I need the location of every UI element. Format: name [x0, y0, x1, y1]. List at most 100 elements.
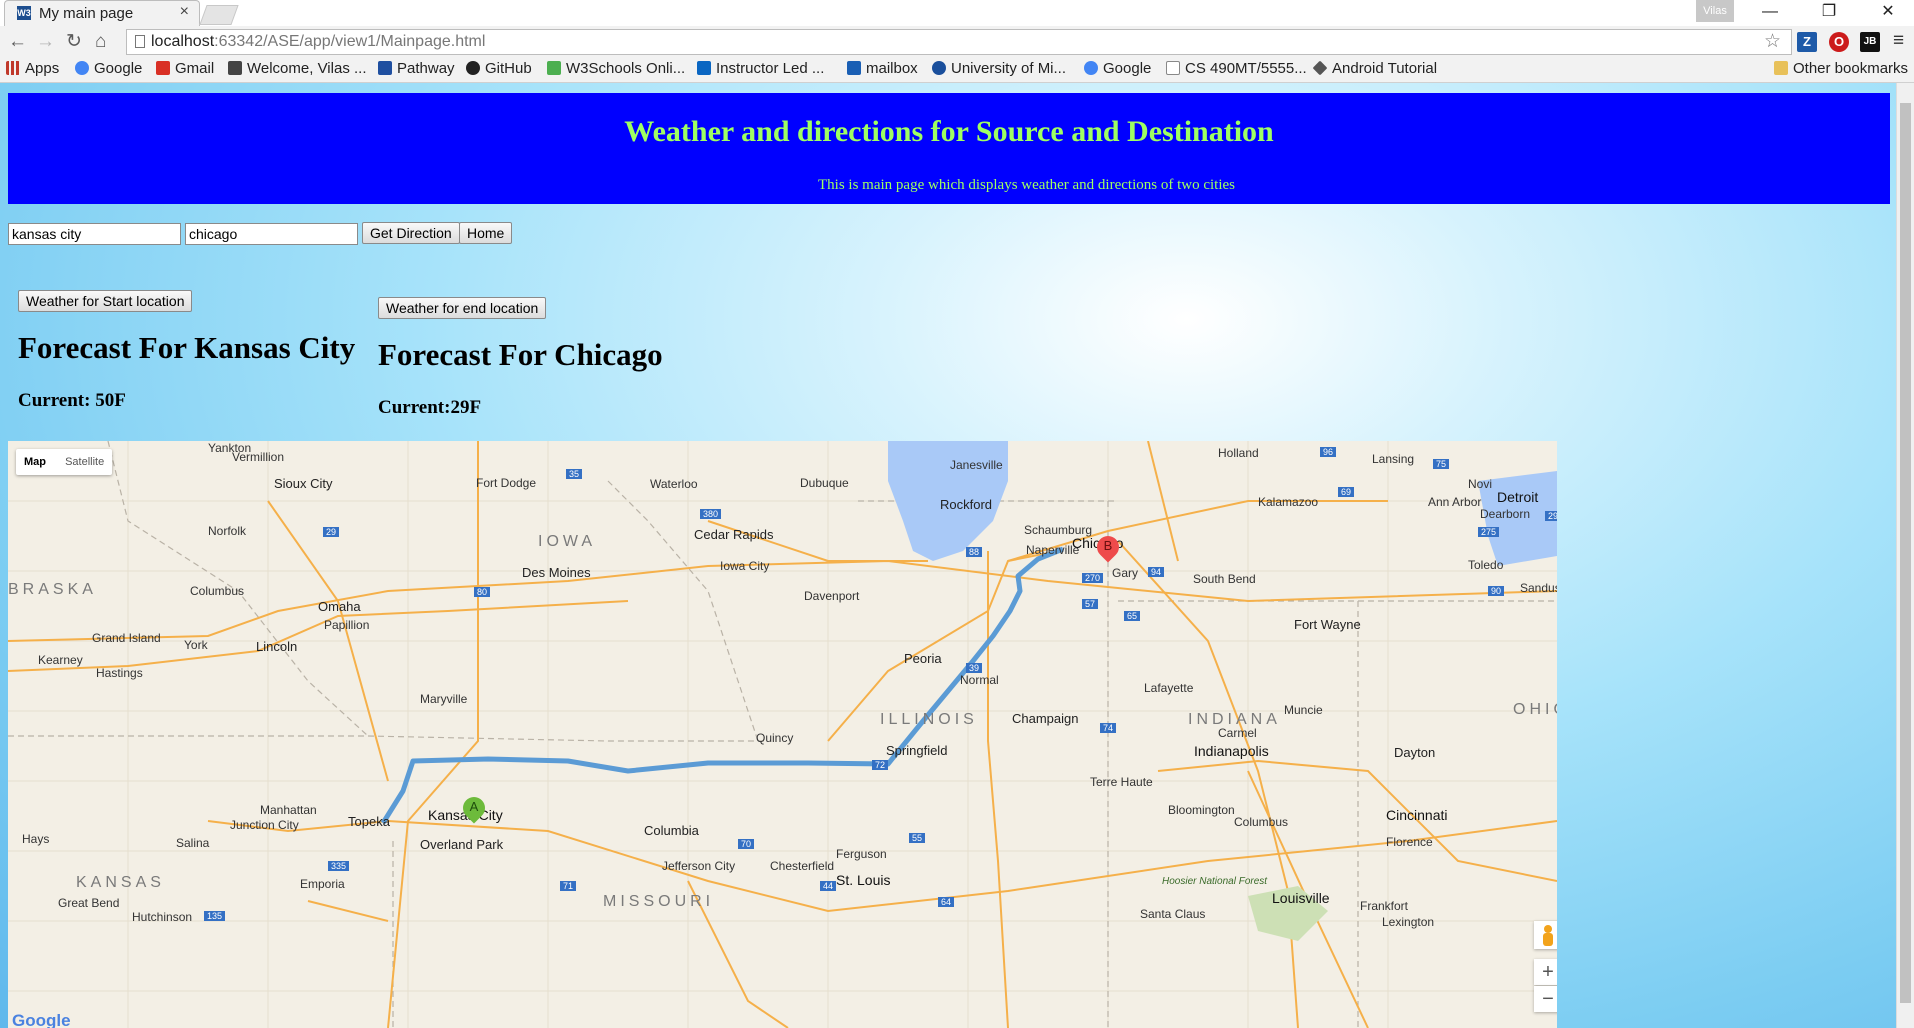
map-type-map-button[interactable]: Map	[16, 449, 54, 475]
city-label: Davenport	[804, 589, 860, 603]
start-weather-button[interactable]: Weather for Start location	[18, 290, 193, 312]
city-label: Hays	[22, 832, 50, 846]
github-icon	[466, 61, 480, 75]
city-label: Dayton	[1394, 745, 1436, 760]
university-icon	[932, 61, 946, 75]
city-label: Manhattan	[260, 803, 317, 817]
city-label: Lexington	[1382, 915, 1435, 929]
profile-badge[interactable]: Vilas	[1696, 0, 1734, 22]
tab-close-icon[interactable]: ×	[180, 3, 189, 21]
mail-icon	[847, 61, 861, 75]
site-icon	[228, 61, 242, 75]
bookmark-welcome[interactable]: Welcome, Vilas ...	[228, 60, 367, 77]
bookmark-pathway[interactable]: Pathway	[378, 60, 455, 77]
bookmark-instructor-led[interactable]: Instructor Led ...	[697, 60, 824, 77]
page-icon	[1166, 61, 1180, 75]
reload-icon[interactable]: ↻	[66, 30, 82, 54]
city-label: Great Bend	[58, 896, 120, 910]
city-label: Santa Claus	[1140, 907, 1206, 921]
bookmark-github[interactable]: GitHub	[466, 60, 532, 77]
bookmark-gmail[interactable]: Gmail	[156, 60, 214, 77]
bookmark-university[interactable]: University of Mi...	[932, 60, 1066, 77]
browser-tab[interactable]: W3 My main page ×	[4, 0, 200, 26]
city-label: Lafayette	[1144, 681, 1194, 695]
back-icon[interactable]: ←	[8, 30, 27, 54]
highway-shield: 94	[1148, 567, 1165, 577]
forward-icon[interactable]: →	[36, 30, 55, 54]
city-label: Indianapolis	[1194, 743, 1269, 759]
city-label: Grand Island	[92, 631, 161, 645]
bookmark-apps[interactable]: Apps	[6, 60, 59, 77]
scrollbar-thumb[interactable]	[1900, 103, 1911, 1003]
bookmark-w3schools[interactable]: W3Schools Onli...	[547, 60, 685, 77]
menu-icon[interactable]: ≡	[1893, 29, 1904, 53]
city-label: Columbus	[190, 584, 245, 598]
w3schools-favicon-icon: W3	[17, 6, 31, 20]
city-label: Vermillion	[232, 450, 285, 464]
opera-extension-icon[interactable]: O	[1829, 32, 1849, 52]
highway-shield: 44	[820, 881, 837, 891]
address-bar[interactable]: localhost:63342/ASE/app/view1/Mainpage.h…	[126, 29, 1792, 55]
jetbrains-extension-icon[interactable]: JB	[1860, 32, 1880, 52]
minimize-icon[interactable]: —	[1750, 1, 1790, 23]
city-label: Columbus	[1234, 815, 1289, 829]
route-map[interactable]: IOWA ILLINOIS INDIANA KANSAS MISSOURI BR…	[8, 441, 1557, 1028]
new-tab-button[interactable]	[199, 5, 239, 25]
map-type-satellite-button[interactable]: Satellite	[57, 449, 112, 475]
window-titlebar: W3 My main page × Vilas — ❐ ✕	[0, 0, 1914, 26]
city-label: Peoria	[904, 651, 942, 666]
city-label: Dearborn	[1480, 507, 1531, 521]
highway-shield: 64	[938, 897, 955, 907]
highway-shield: 380	[700, 509, 722, 519]
bookmark-cs490[interactable]: CS 490MT/5555...	[1166, 60, 1307, 77]
highway-shield: 90	[1488, 586, 1505, 596]
bookmark-mailbox[interactable]: mailbox	[847, 60, 918, 77]
state-label: KANSAS	[76, 874, 165, 891]
highway-shield: 88	[966, 547, 983, 557]
end-weather-button[interactable]: Weather for end location	[378, 297, 547, 319]
city-label: Kalamazoo	[1258, 495, 1319, 509]
bookmarks-bar: Apps Google Gmail Welcome, Vilas ... Pat…	[0, 58, 1914, 83]
restore-icon[interactable]: ❐	[1809, 1, 1849, 23]
z-extension-icon[interactable]: Z	[1797, 32, 1817, 52]
city-label: Normal	[960, 673, 999, 687]
city-label: Terre Haute	[1090, 775, 1153, 789]
highway-shield: 72	[872, 760, 889, 770]
city-label: Carmel	[1218, 726, 1257, 740]
end-location-input[interactable]	[185, 223, 358, 245]
zoom-out-button[interactable]: −	[1534, 986, 1557, 1012]
city-label: Champaign	[1012, 711, 1079, 726]
bookmark-star-icon[interactable]: ☆	[1764, 30, 1781, 53]
highway-shield: 74	[1100, 723, 1117, 733]
highway-shield: 275	[1478, 527, 1500, 537]
bookmark-google[interactable]: Google	[75, 60, 142, 77]
start-location-input[interactable]	[8, 223, 181, 245]
page-scrollbar[interactable]	[1896, 83, 1914, 1028]
get-direction-button[interactable]: Get Direction	[362, 222, 460, 244]
google-logo: Google	[12, 1011, 71, 1028]
city-label: Detroit	[1497, 489, 1539, 505]
home-button[interactable]: Home	[459, 222, 513, 244]
map-type-control[interactable]: Map Satellite	[16, 449, 113, 475]
close-window-icon[interactable]: ✕	[1868, 1, 1908, 23]
start-marker-label: A	[469, 799, 479, 814]
android-icon	[1312, 60, 1328, 76]
city-label: St. Louis	[836, 872, 891, 888]
highway-shield: 71	[560, 881, 577, 891]
bookmark-google-2[interactable]: Google	[1084, 60, 1151, 77]
city-label: Gary	[1112, 566, 1139, 580]
highway-shield: 80	[474, 587, 491, 597]
folder-icon	[1774, 61, 1788, 75]
home-icon[interactable]: ⌂	[95, 30, 106, 54]
street-view-pegman-icon[interactable]	[1534, 921, 1557, 949]
city-label: Maryville	[420, 692, 468, 706]
w3schools-icon	[547, 61, 561, 75]
page-subtitle: This is main page which displays weather…	[818, 177, 1235, 193]
zoom-in-button[interactable]: +	[1534, 959, 1557, 985]
city-label: Topeka	[348, 814, 390, 829]
header-banner: Weather and directions for Source and De…	[8, 93, 1890, 204]
state-label: ILLINOIS	[880, 711, 978, 728]
bookmark-android-tutorial[interactable]: Android Tutorial	[1312, 60, 1437, 77]
other-bookmarks[interactable]: Other bookmarks	[1774, 60, 1908, 77]
city-label: Toledo	[1468, 558, 1504, 572]
